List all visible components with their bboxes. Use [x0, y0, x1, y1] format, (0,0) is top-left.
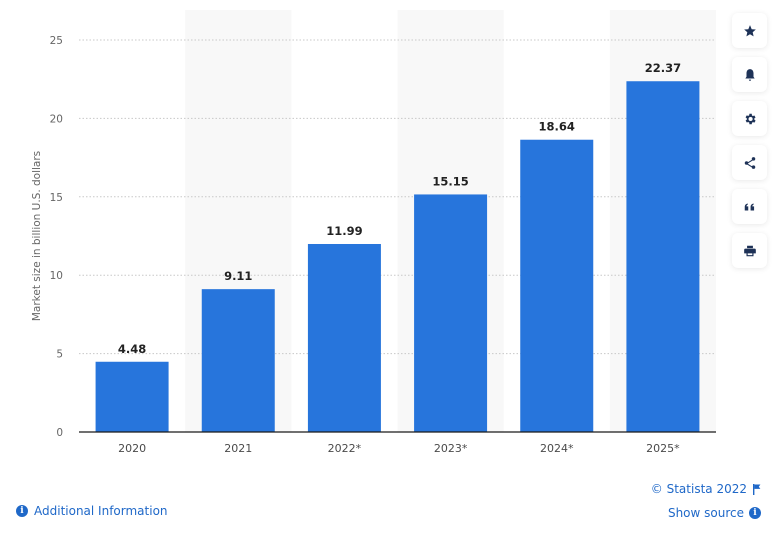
y-tick-labels: 0 5 10 15 20 25: [50, 35, 63, 439]
bar-chart: 4.489.1111.9915.1518.6422.37 0510152025 …: [31, 10, 716, 455]
x-tick-label: 2022*: [328, 442, 362, 455]
y-tick-label: 5: [56, 349, 63, 361]
y-tick-label: 0: [56, 427, 63, 439]
print-button[interactable]: [732, 233, 767, 268]
notification-button[interactable]: [732, 57, 767, 92]
print-icon: [743, 245, 756, 256]
favorite-button[interactable]: [732, 13, 767, 48]
x-tick-label: 2021: [224, 442, 252, 455]
bar[interactable]: [626, 81, 700, 432]
additional-information-link[interactable]: i Additional Information: [16, 504, 168, 518]
y-axis-title: Market size in billion U.S. dollars: [31, 151, 43, 321]
show-source-link[interactable]: Show source i: [668, 506, 761, 520]
x-tick-label: 2024*: [540, 442, 574, 455]
data-label: 18.64: [539, 120, 575, 134]
data-label: 15.15: [432, 174, 468, 188]
side-toolbar: [732, 13, 767, 277]
x-tick-label: 2023*: [434, 442, 468, 455]
data-label: 11.99: [326, 224, 362, 238]
additional-information-label: Additional Information: [34, 504, 168, 518]
star-icon: [743, 24, 756, 36]
x-tick-labels: 2020 2021 2022* 2023* 2024* 2025*: [118, 442, 680, 455]
bar[interactable]: [95, 361, 169, 432]
y-tick-label: 25: [50, 35, 63, 47]
gear-icon: [745, 113, 756, 124]
data-label: 9.11: [224, 269, 252, 283]
data-label: 4.48: [118, 342, 146, 356]
x-tick-label: 2025*: [646, 442, 680, 455]
share-icon: [744, 156, 755, 169]
y-tick-label: 10: [50, 270, 63, 282]
cite-button[interactable]: [732, 189, 767, 224]
bar[interactable]: [520, 139, 594, 432]
share-button[interactable]: [732, 145, 767, 180]
quote-icon: [744, 203, 754, 210]
copyright-notice[interactable]: © Statista 2022: [651, 482, 761, 496]
bar[interactable]: [201, 289, 275, 432]
y-tick-label: 15: [50, 192, 63, 204]
settings-button[interactable]: [732, 101, 767, 136]
y-tick-label: 20: [50, 113, 63, 125]
data-label: 22.37: [645, 61, 681, 75]
copyright-label: © Statista 2022: [650, 482, 747, 496]
x-tick-label: 2020: [118, 442, 146, 455]
bar[interactable]: [414, 194, 488, 432]
info-icon: i: [749, 507, 761, 519]
flag-icon: [753, 483, 761, 495]
info-icon: i: [16, 505, 28, 517]
bar[interactable]: [307, 243, 381, 432]
bell-icon: [744, 68, 755, 81]
show-source-label: Show source: [667, 506, 744, 520]
